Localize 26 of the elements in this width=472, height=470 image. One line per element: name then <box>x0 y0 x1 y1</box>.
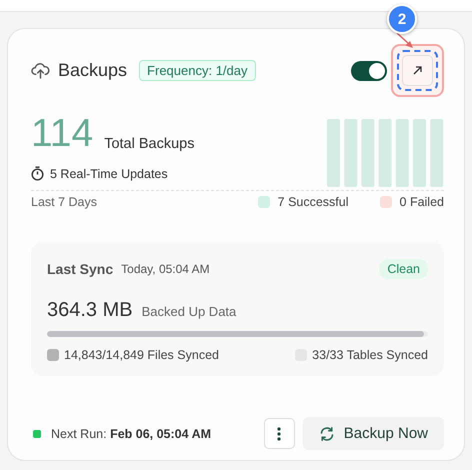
frequency-badge: Frequency: 1/day <box>139 60 256 81</box>
total-label: Total Backups <box>104 136 194 153</box>
data-size-label: Backed Up Data <box>142 304 236 319</box>
kebab-menu-icon <box>277 426 282 440</box>
last-sync-label: Last Sync <box>47 261 114 277</box>
diagonal-arrow-icon <box>412 65 423 76</box>
cloud-upload-icon <box>31 62 50 79</box>
legend-label: 0 Failed <box>400 195 444 209</box>
legend-label: 7 Successful <box>278 195 349 209</box>
stopwatch-icon <box>31 166 44 181</box>
next-run-text: Next Run: Feb 06, 05:04 AM <box>51 426 212 440</box>
status-badge: Clean <box>379 259 428 279</box>
sync-count: 33/33 Tables Synced <box>312 348 428 362</box>
sync-count: 14,843/14,849 Files Synced <box>64 348 219 362</box>
toggle-switch[interactable] <box>351 60 387 80</box>
sync-time: Today, 05:04 AM <box>121 262 211 276</box>
total-count: 114 <box>31 115 94 153</box>
backup-now-button[interactable]: Backup Now <box>302 417 444 450</box>
period-label: Last 7 Days <box>31 195 98 209</box>
refresh-icon <box>318 426 335 442</box>
data-size: 364.3 MB <box>47 299 133 322</box>
card-title: Backups <box>58 60 128 81</box>
step-number-badge: 2 <box>387 4 417 34</box>
more-options-button[interactable] <box>264 418 295 449</box>
pointer-arrow <box>395 31 415 51</box>
realtime-updates: 5 Real-Time Updates <box>50 166 168 180</box>
